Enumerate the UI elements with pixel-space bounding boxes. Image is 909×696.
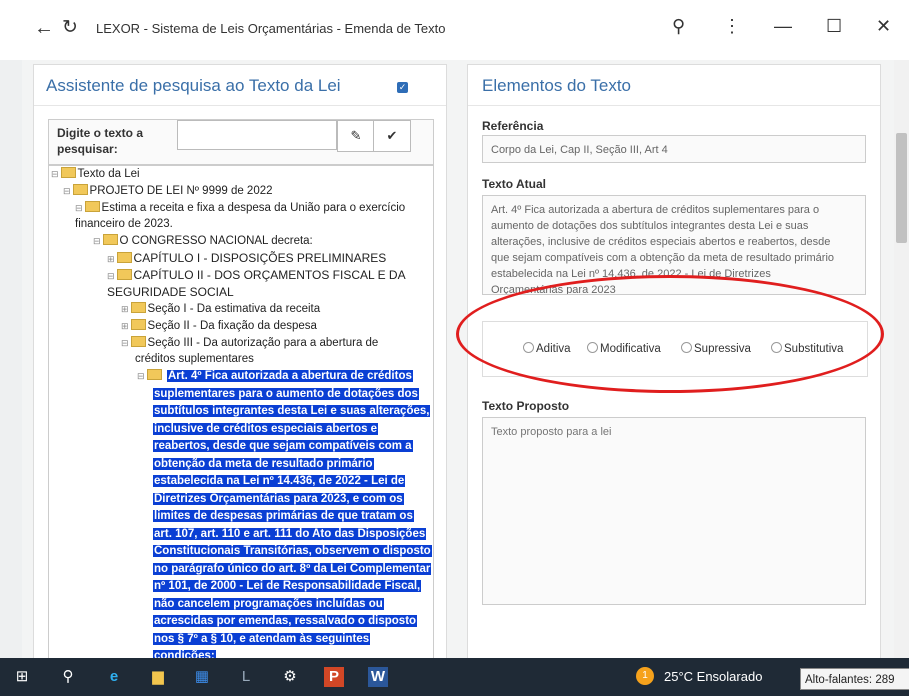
radio-modificativa[interactable]: Modificativa: [587, 342, 661, 355]
referencia-label: Referência: [482, 119, 544, 133]
reload-icon[interactable]: ↻: [62, 18, 78, 38]
folder-icon: [116, 269, 132, 280]
edge-icon[interactable]: e: [104, 667, 124, 687]
art4-text-line: nº 101, de 2000 - Lei de Responsabilidad…: [153, 580, 422, 592]
tree-node-secao-2[interactable]: ⊞ Seção II - Da fixação da despesa: [121, 318, 317, 334]
folder-icon: [130, 336, 146, 347]
main-content: Assistente de pesquisa ao Texto da Lei ✓…: [22, 60, 894, 658]
panel-title: Elementos do Texto: [482, 76, 631, 95]
confirm-search-button[interactable]: ✔: [373, 120, 411, 152]
search-input[interactable]: [177, 120, 337, 150]
weather-text[interactable]: 25°C Ensolarado: [664, 669, 762, 684]
radio-substitutiva[interactable]: Substitutiva: [771, 342, 843, 355]
weather-icon[interactable]: 1: [636, 667, 654, 685]
clear-search-button[interactable]: ✎: [337, 120, 375, 152]
art4-text-line: inclusive de créditos especiais abertos …: [153, 422, 379, 435]
text-elements-panel: Elementos do Texto Referência Corpo da L…: [467, 64, 881, 658]
texto-atual-label: Texto Atual: [482, 177, 547, 191]
folder-icon: [84, 201, 100, 212]
taskbar: ⊞ ⚲ e ▆ ▦ L ⚙ P W 1 25°C Ensolarado: [0, 658, 909, 696]
art4-text-line: limites de despesas primárias de que tra…: [153, 510, 414, 522]
panel-header: Elementos do Texto: [468, 65, 880, 106]
left-edge-strip: [0, 60, 22, 658]
art4-text-line: Art. 4º Fica autorizada a abertura de cr…: [167, 370, 413, 382]
tree-node-estima[interactable]: ⊟ Estima a receita e fixa a despesa da Un…: [75, 200, 405, 216]
texto-proposto-textarea[interactable]: [482, 417, 866, 605]
window-title: LEXOR - Sistema de Leis Orçamentárias - …: [96, 21, 446, 36]
art4-text-line: obtenção da meta de resultado primário: [153, 457, 374, 470]
page-scrollbar[interactable]: [894, 60, 909, 658]
maximize-icon[interactable]: ☐: [826, 16, 842, 37]
art4-text-line: art. 107, art. 110 e art. 111 do Ato das…: [153, 527, 427, 540]
title-bar: ← ↻ LEXOR - Sistema de Leis Orçamentária…: [0, 0, 909, 61]
radio-supressiva[interactable]: Supressiva: [681, 342, 751, 355]
tree-node-projeto[interactable]: ⊟ PROJETO DE LEI Nº 9999 de 2022: [63, 183, 273, 199]
search-box: Digite o texto a pesquisar: ✎ ✔: [48, 119, 434, 165]
tree-node-secao-3[interactable]: ⊟ Seção III - Da autorização para a abert…: [121, 335, 378, 351]
folder-icon: [60, 167, 76, 178]
close-icon[interactable]: ✕: [876, 16, 891, 37]
folder-icon: [146, 369, 162, 380]
menu-icon[interactable]: ⋮: [723, 16, 741, 37]
word-icon[interactable]: W: [368, 667, 388, 687]
art4-text-line: suplementares para o aumento de dotações…: [153, 387, 419, 400]
art4-text-line: estabelecida na Lei nº 14.436, de 2022 -…: [153, 475, 406, 487]
texto-atual-field[interactable]: Art. 4º Fica autorizada a abertura de cr…: [482, 195, 866, 295]
folder-icon: [116, 252, 132, 263]
law-text-tree: ⊟ Texto da Lei ⊟ PROJETO DE LEI Nº 9999 de…: [48, 165, 434, 658]
folder-icon: [130, 319, 146, 330]
tree-node-estima-cont: financeiro de 2023.: [75, 218, 173, 230]
settings-icon[interactable]: ⚙: [280, 667, 300, 687]
tree-node-capitulo-1[interactable]: ⊞ CAPÍTULO I - DISPOSIÇÕES PRELIMINARES: [107, 250, 386, 267]
art4-text-line: nos § 7º a § 10, e atendam às seguintes: [153, 632, 371, 645]
back-arrow-icon[interactable]: ←: [34, 18, 54, 38]
panel-header: Assistente de pesquisa ao Texto da Lei ✓: [34, 65, 446, 106]
amendment-type-radio-group: Aditiva Modificativa Supressiva Substitu…: [482, 321, 868, 377]
radio-aditiva[interactable]: Aditiva: [523, 342, 571, 355]
art4-text-line: subtítulos integrantes desta Lei e suas …: [153, 405, 431, 417]
tree-node-secao-1[interactable]: ⊞ Seção I - Da estimativa da receita: [121, 301, 320, 317]
scrollbar-thumb[interactable]: [896, 133, 907, 243]
texto-proposto-label: Texto Proposto: [482, 399, 570, 413]
tree-node-capitulo-2-cont: SEGURIDADE SOCIAL: [107, 285, 234, 299]
app-icon[interactable]: L: [236, 667, 256, 687]
powerpoint-icon[interactable]: P: [324, 667, 344, 687]
referencia-field: Corpo da Lei, Cap II, Seção III, Art 4: [482, 135, 866, 163]
tree-node-art4-toggle[interactable]: ⊟: [137, 368, 164, 384]
art4-text-line: não cancelem programações incluídas ou: [153, 597, 384, 610]
search-icon[interactable]: ⚲: [58, 667, 78, 687]
speaker-tooltip: Alto-falantes: 289: [800, 668, 909, 690]
search-assistant-panel: Assistente de pesquisa ao Texto da Lei ✓…: [33, 64, 447, 658]
tree-node-congresso[interactable]: ⊟ O CONGRESSO NACIONAL decreta:: [93, 233, 313, 249]
tree-node-secao-3-cont: créditos suplementares: [135, 353, 254, 365]
zoom-icon[interactable]: ⚲: [672, 16, 685, 37]
folder-icon: [130, 302, 146, 313]
file-explorer-icon[interactable]: ▆: [148, 667, 168, 687]
art4-text-line: reabertos, desde que sejam compatíveis c…: [153, 440, 413, 452]
store-icon[interactable]: ▦: [192, 667, 212, 687]
panel-title: Assistente de pesquisa ao Texto da Lei: [46, 76, 341, 95]
folder-icon: [102, 234, 118, 245]
search-label: Digite o texto a pesquisar:: [57, 126, 144, 156]
panel-checkbox[interactable]: ✓: [397, 82, 408, 93]
tree-node-capitulo-2[interactable]: ⊟ CAPÍTULO II - DOS ORÇAMENTOS FISCAL E D…: [107, 267, 406, 284]
art4-text-line: no parágrafo único do art. 8º da Lei Com…: [153, 562, 432, 575]
art4-text-line: condições:: [153, 648, 216, 658]
art4-text-line: Constitucionais Transitórias, observem o…: [153, 545, 432, 557]
tree-node-root[interactable]: ⊟ Texto da Lei: [51, 166, 140, 182]
folder-icon: [72, 184, 88, 195]
art4-text-line: acrescidas por emendas, ressalvado o dis…: [153, 615, 418, 627]
start-icon[interactable]: ⊞: [12, 667, 32, 687]
minimize-icon[interactable]: —: [774, 16, 792, 37]
art4-text-line: Diretrizes Orçamentárias para 2023, e co…: [153, 492, 404, 505]
